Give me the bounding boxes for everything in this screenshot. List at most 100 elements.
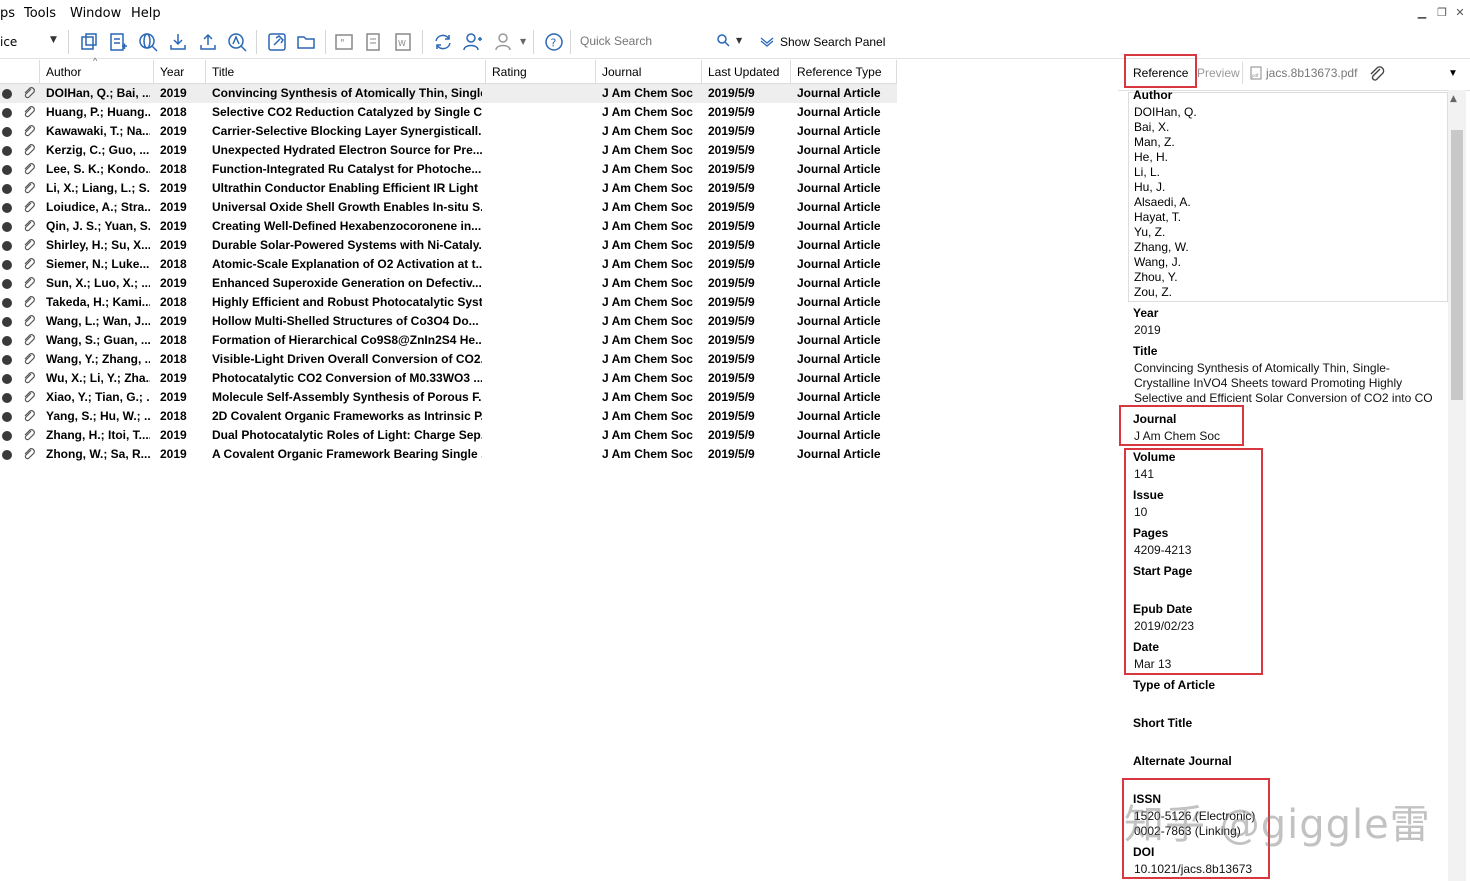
read-status-dot-icon[interactable]: [2, 393, 12, 403]
cell-journal: J Am Chem Soc: [602, 333, 693, 347]
table-row[interactable]: Kawawaki, T.; Na... 2019 Carrier-Selective…: [0, 122, 897, 141]
read-status-dot-icon[interactable]: [2, 336, 12, 346]
open-file-button[interactable]: [293, 30, 319, 54]
author-entry[interactable]: Wang, J.: [1134, 255, 1181, 269]
table-row[interactable]: Qin, J. S.; Yuan, S... 2019 Creating Well-…: [0, 217, 897, 236]
quick-search-input[interactable]: [576, 31, 714, 51]
author-entry[interactable]: Yu, Z.: [1134, 225, 1165, 239]
column-header-status[interactable]: [0, 60, 40, 84]
column-header-title[interactable]: Title: [206, 60, 486, 84]
new-reference-button[interactable]: [105, 30, 131, 54]
panel-scrollbar[interactable]: [1448, 90, 1466, 881]
table-row[interactable]: Wang, Y.; Zhang, ... 2018 Visible-Light Dr…: [0, 350, 897, 369]
read-status-dot-icon[interactable]: [2, 203, 12, 213]
read-status-dot-icon[interactable]: [2, 279, 12, 289]
column-header-reference-type[interactable]: Reference Type: [791, 60, 897, 84]
group-combo[interactable]: ice ▼: [0, 32, 62, 52]
table-row[interactable]: Lee, S. K.; Kondo... 2018 Function-Integra…: [0, 160, 897, 179]
read-status-dot-icon[interactable]: [2, 317, 12, 327]
word-button[interactable]: W: [390, 30, 416, 54]
author-entry[interactable]: He, H.: [1134, 150, 1168, 164]
read-status-dot-icon[interactable]: [2, 127, 12, 137]
open-link-button[interactable]: [264, 30, 290, 54]
read-status-dot-icon[interactable]: [2, 355, 12, 365]
table-row[interactable]: Zhang, H.; Itoi, T.... 2019 Dual Photocata…: [0, 426, 897, 445]
column-header-year[interactable]: Year: [154, 60, 206, 84]
author-entry[interactable]: Man, Z.: [1134, 135, 1175, 149]
read-status-dot-icon[interactable]: [2, 146, 12, 156]
table-row[interactable]: Kerzig, C.; Guo, ... 2019 Unexpected Hydra…: [0, 141, 897, 160]
tab-preview[interactable]: Preview: [1197, 66, 1240, 80]
read-status-dot-icon[interactable]: [2, 450, 12, 460]
table-row[interactable]: Wang, L.; Wan, J.... 2019 Hollow Multi-She…: [0, 312, 897, 331]
title-line-1[interactable]: Convincing Synthesis of Atomically Thin,…: [1134, 361, 1390, 375]
table-row[interactable]: Loiudice, A.; Stra... 2019 Universal Oxide…: [0, 198, 897, 217]
column-header-rating[interactable]: Rating: [486, 60, 596, 84]
chevron-down-icon[interactable]: ▼: [520, 37, 526, 46]
table-row[interactable]: Zhong, W.; Sa, R.... 2019 A Covalent Organ…: [0, 445, 897, 464]
table-row[interactable]: Yang, S.; Hu, W.; ... 2018 2D Covalent Org…: [0, 407, 897, 426]
author-entry[interactable]: Zou, Z.: [1134, 285, 1172, 299]
import-button[interactable]: [165, 30, 191, 54]
chevron-down-icon[interactable]: ▼: [736, 36, 742, 45]
scrollbar-thumb[interactable]: [1451, 130, 1463, 400]
read-status-dot-icon[interactable]: [2, 431, 12, 441]
author-entry[interactable]: Zhang, W.: [1134, 240, 1189, 254]
column-header-last-updated[interactable]: Last Updated: [702, 60, 791, 84]
title-line-3[interactable]: Selective and Efficient Solar Conversion…: [1134, 391, 1433, 405]
author-entry[interactable]: Bai, X.: [1134, 120, 1169, 134]
table-row[interactable]: Takeda, H.; Kami... 2018 Highly Efficient …: [0, 293, 897, 312]
menu-item-help[interactable]: Help: [131, 6, 161, 21]
find-full-text-button[interactable]: [224, 30, 250, 54]
read-status-dot-icon[interactable]: [2, 89, 12, 99]
read-status-dot-icon[interactable]: [2, 184, 12, 194]
close-icon[interactable]: ✕: [1452, 6, 1468, 20]
menu-item-tools[interactable]: Tools: [24, 6, 56, 21]
table-row[interactable]: DOIHan, Q.; Bai, ... 2019 Convincing Synth…: [0, 84, 897, 103]
menu-item-partial[interactable]: ps: [0, 6, 15, 21]
online-search-button[interactable]: [135, 30, 161, 54]
year-value[interactable]: 2019: [1134, 323, 1161, 337]
read-status-dot-icon[interactable]: [2, 260, 12, 270]
restore-icon[interactable]: ❐: [1434, 6, 1450, 20]
insert-citation-button[interactable]: ": [331, 30, 357, 54]
table-row[interactable]: Huang, P.; Huang... 2018 Selective CO2 Red…: [0, 103, 897, 122]
attach-file-icon[interactable]: [1368, 65, 1386, 86]
panel-menu-chevron-icon[interactable]: ▼: [1448, 68, 1458, 79]
sync-button[interactable]: [430, 30, 456, 54]
scroll-up-icon[interactable]: ▲: [1450, 94, 1457, 104]
help-button[interactable]: ?: [541, 30, 567, 54]
copy-library-button[interactable]: [76, 30, 102, 54]
menu-item-window[interactable]: Window: [70, 6, 121, 21]
share-button[interactable]: [460, 30, 486, 54]
read-status-dot-icon[interactable]: [2, 412, 12, 422]
format-paper-button[interactable]: [361, 30, 387, 54]
author-entry[interactable]: Hu, J.: [1134, 180, 1165, 194]
table-row[interactable]: Xiao, Y.; Tian, G.; ... 2019 Molecule Self…: [0, 388, 897, 407]
read-status-dot-icon[interactable]: [2, 241, 12, 251]
show-search-panel-button[interactable]: Show Search Panel: [760, 33, 885, 51]
read-status-dot-icon[interactable]: [2, 165, 12, 175]
table-row[interactable]: Li, X.; Liang, L.; S... 2019 Ultrathin Con…: [0, 179, 897, 198]
author-entry[interactable]: DOIHan, Q.: [1134, 105, 1197, 119]
export-button[interactable]: [195, 30, 221, 54]
table-row[interactable]: Wang, S.; Guan, ... 2018 Formation of Hier…: [0, 331, 897, 350]
table-row[interactable]: Sun, X.; Luo, X.; ... 2019 Enhanced Supero…: [0, 274, 897, 293]
author-entry[interactable]: Alsaedi, A.: [1134, 195, 1191, 209]
author-entry[interactable]: Li, L.: [1134, 165, 1160, 179]
author-entry[interactable]: Zhou, Y.: [1134, 270, 1178, 284]
table-row[interactable]: Shirley, H.; Su, X.... 2019 Durable Solar-…: [0, 236, 897, 255]
manage-users-button[interactable]: [492, 30, 518, 54]
tab-pdf-attachment[interactable]: jacs.8b13673.pdf: [1266, 66, 1357, 80]
table-row[interactable]: Wu, X.; Li, Y.; Zha... 2019 Photocatalytic…: [0, 369, 897, 388]
search-icon[interactable]: [716, 33, 730, 50]
author-entry[interactable]: Hayat, T.: [1134, 210, 1181, 224]
column-header-journal[interactable]: Journal: [596, 60, 702, 84]
read-status-dot-icon[interactable]: [2, 108, 12, 118]
read-status-dot-icon[interactable]: [2, 298, 12, 308]
read-status-dot-icon[interactable]: [2, 222, 12, 232]
title-line-2[interactable]: Crystalline InVO4 Sheets toward Promotin…: [1134, 376, 1402, 390]
table-row[interactable]: Siemer, N.; Luke... 2018 Atomic-Scale Expl…: [0, 255, 897, 274]
read-status-dot-icon[interactable]: [2, 374, 12, 384]
minimize-icon[interactable]: ▁: [1414, 6, 1430, 20]
